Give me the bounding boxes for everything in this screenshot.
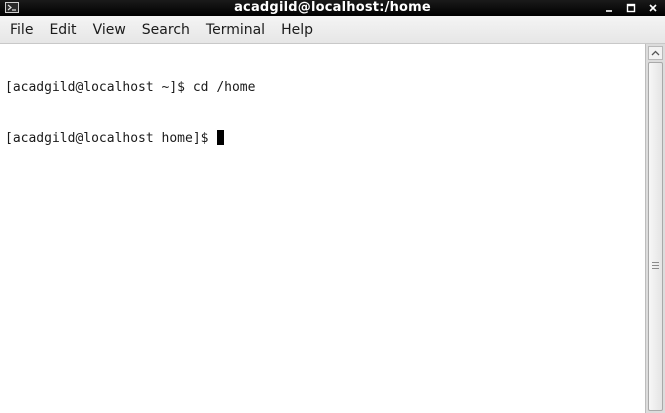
menu-search[interactable]: Search [134, 16, 198, 44]
vertical-scrollbar[interactable] [645, 44, 665, 413]
minimize-icon[interactable] [601, 0, 617, 16]
terminal-prompt-text: [acadgild@localhost home]$ [5, 131, 217, 146]
menu-file[interactable]: File [2, 16, 41, 44]
scroll-up-arrow-icon[interactable] [648, 46, 663, 60]
menu-terminal[interactable]: Terminal [198, 16, 273, 44]
grip-icon [652, 262, 659, 271]
close-icon[interactable] [645, 0, 661, 16]
window-title: acadgild@localhost:/home [234, 0, 431, 15]
menu-edit[interactable]: Edit [41, 16, 84, 44]
scrollbar-thumb[interactable] [648, 62, 663, 411]
terminal-line-text: [acadgild@localhost ~]$ cd /home [5, 80, 256, 95]
terminal-output[interactable]: [acadgild@localhost ~]$ cd /home [acadgi… [0, 44, 645, 413]
text-cursor [217, 130, 225, 145]
maximize-icon[interactable] [623, 0, 639, 16]
menu-bar: File Edit View Search Terminal Help [0, 16, 665, 44]
window-controls [601, 0, 661, 16]
terminal-line: [acadgild@localhost ~]$ cd /home [5, 79, 645, 96]
terminal-window: acadgild@localhost:/home File Edit View … [0, 0, 665, 413]
terminal-prompt-line: [acadgild@localhost home]$ [5, 130, 645, 147]
menu-help[interactable]: Help [273, 16, 321, 44]
title-bar[interactable]: acadgild@localhost:/home [0, 0, 665, 16]
menu-view[interactable]: View [85, 16, 134, 44]
